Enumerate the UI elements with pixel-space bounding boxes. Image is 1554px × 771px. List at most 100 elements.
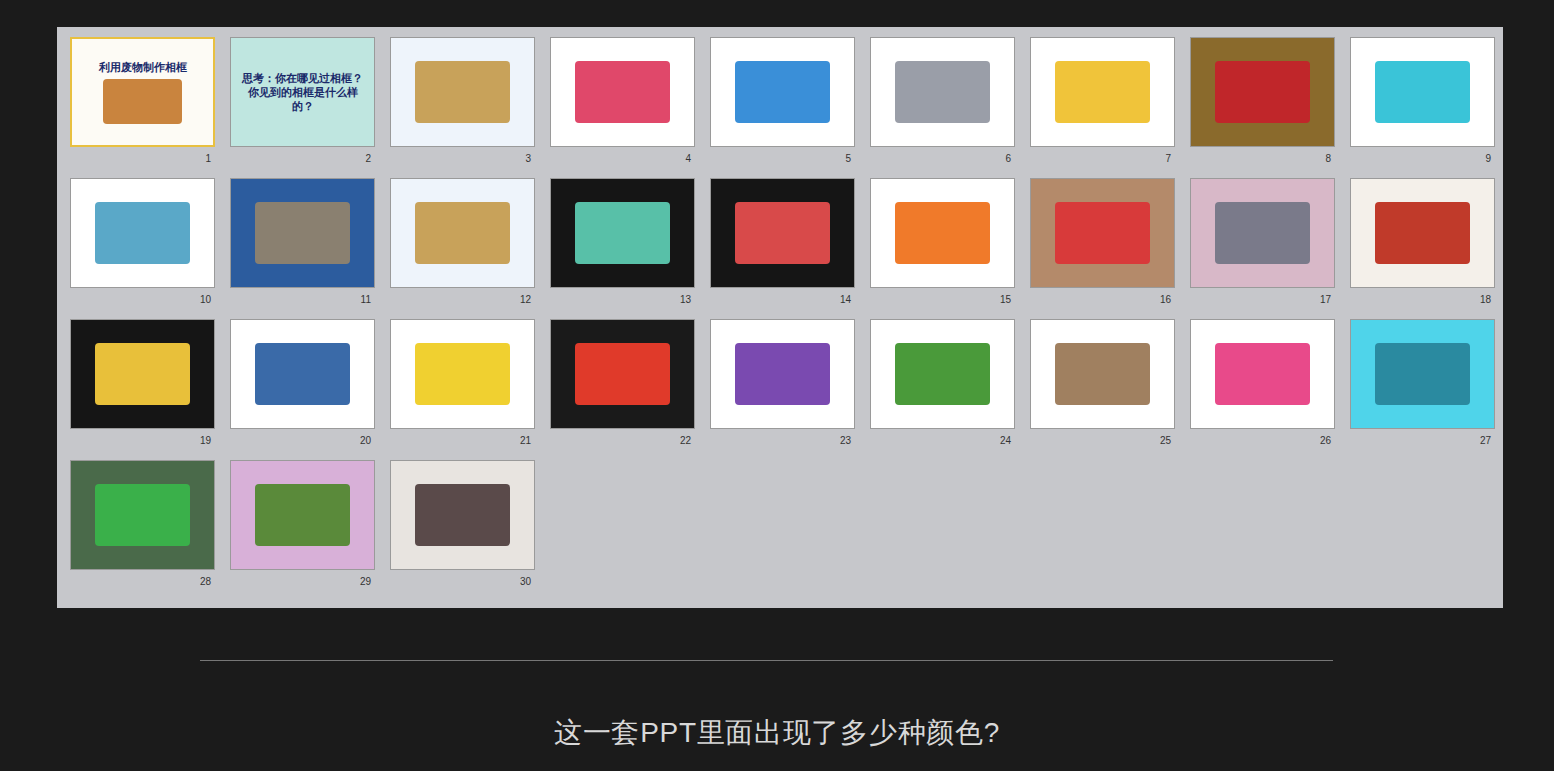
slide-thumbnail[interactable] bbox=[390, 37, 535, 147]
slide-thumbnail[interactable] bbox=[1030, 178, 1175, 288]
slide-thumbnail-cell[interactable]: 18 bbox=[1350, 178, 1495, 319]
slide-picture bbox=[95, 202, 190, 264]
slide-number: 2 bbox=[230, 147, 375, 178]
slide-number: 23 bbox=[710, 429, 855, 460]
slide-thumbnail-cell[interactable]: 20 bbox=[230, 319, 375, 460]
slide-picture bbox=[415, 484, 510, 546]
slide-thumbnail-cell[interactable]: 利用废物制作相框 1 bbox=[70, 37, 215, 178]
slide-thumbnail-cell[interactable]: 27 bbox=[1350, 319, 1495, 460]
slide-number: 22 bbox=[550, 429, 695, 460]
slide-number: 18 bbox=[1350, 288, 1495, 319]
slide-thumbnail[interactable] bbox=[70, 460, 215, 570]
slide-thumbnail[interactable] bbox=[1350, 37, 1495, 147]
slide-number: 6 bbox=[870, 147, 1015, 178]
slide-thumbnail[interactable] bbox=[710, 319, 855, 429]
slide-number: 25 bbox=[1030, 429, 1175, 460]
slide-thumbnail-cell[interactable]: 4 bbox=[550, 37, 695, 178]
screen: 利用废物制作相框1思考：你在哪见过相框？你见到的相框是什么样的？23456789… bbox=[0, 0, 1554, 771]
slide-number: 21 bbox=[390, 429, 535, 460]
slide-thumbnail-cell[interactable]: 14 bbox=[710, 178, 855, 319]
slide-thumbnail-cell[interactable]: 26 bbox=[1190, 319, 1335, 460]
slide-thumbnail-cell[interactable]: 21 bbox=[390, 319, 535, 460]
slide-number: 13 bbox=[550, 288, 695, 319]
slide-picture bbox=[1215, 343, 1310, 405]
slide-thumbnail-cell[interactable]: 11 bbox=[230, 178, 375, 319]
slide-picture bbox=[415, 202, 510, 264]
slide-picture bbox=[255, 484, 350, 546]
slide-thumbnail-cell[interactable]: 6 bbox=[870, 37, 1015, 178]
slide-number: 8 bbox=[1190, 147, 1335, 178]
slide-title: 思考：你在哪见过相框？你见到的相框是什么样的？ bbox=[235, 71, 370, 114]
slide-thumbnail[interactable] bbox=[710, 178, 855, 288]
slide-number: 11 bbox=[230, 288, 375, 319]
slide-picture bbox=[575, 61, 670, 123]
slide-thumbnail[interactable] bbox=[550, 319, 695, 429]
caption: 这一套PPT里面出现了多少种颜色? bbox=[0, 713, 1554, 753]
slide-thumbnail-cell[interactable]: 7 bbox=[1030, 37, 1175, 178]
slide-thumbnail-cell[interactable]: 28 bbox=[70, 460, 215, 601]
slide-picture bbox=[1375, 61, 1470, 123]
slide-thumbnail[interactable] bbox=[1190, 178, 1335, 288]
slide-thumbnail[interactable] bbox=[230, 178, 375, 288]
slide-thumbnail[interactable] bbox=[390, 460, 535, 570]
slide-thumbnail[interactable] bbox=[390, 319, 535, 429]
slide-thumbnail-cell[interactable]: 15 bbox=[870, 178, 1015, 319]
slide-picture bbox=[895, 202, 990, 264]
slide-thumbnail-cell[interactable]: 19 bbox=[70, 319, 215, 460]
slide-thumbnail-cell[interactable]: 23 bbox=[710, 319, 855, 460]
slide-picture bbox=[415, 343, 510, 405]
slide-thumbnail[interactable] bbox=[1030, 37, 1175, 147]
slide-thumbnail-cell[interactable]: 12 bbox=[390, 178, 535, 319]
slide-thumbnail[interactable] bbox=[230, 460, 375, 570]
slide-thumbnail[interactable] bbox=[1350, 178, 1495, 288]
slide-thumbnail[interactable] bbox=[1190, 319, 1335, 429]
slide-title: 利用废物制作相框 bbox=[95, 60, 191, 74]
slide-thumbnail[interactable] bbox=[870, 178, 1015, 288]
slide-thumbnail[interactable] bbox=[870, 319, 1015, 429]
slide-thumbnail[interactable] bbox=[390, 178, 535, 288]
slide-picture bbox=[255, 202, 350, 264]
slide-thumbnail[interactable] bbox=[230, 319, 375, 429]
slide-number: 15 bbox=[870, 288, 1015, 319]
slide-number: 3 bbox=[390, 147, 535, 178]
slide-thumbnail-cell[interactable]: 8 bbox=[1190, 37, 1335, 178]
slide-number: 17 bbox=[1190, 288, 1335, 319]
slide-picture bbox=[895, 61, 990, 123]
slide-thumbnail[interactable] bbox=[1030, 319, 1175, 429]
slide-thumbnail-cell[interactable]: 5 bbox=[710, 37, 855, 178]
slide-thumbnail-cell[interactable]: 3 bbox=[390, 37, 535, 178]
slide-thumbnail-cell[interactable]: 22 bbox=[550, 319, 695, 460]
slide-thumbnail-cell[interactable]: 17 bbox=[1190, 178, 1335, 319]
slide-number: 12 bbox=[390, 288, 535, 319]
slide-thumbnail-cell[interactable]: 9 bbox=[1350, 37, 1495, 178]
slide-picture bbox=[895, 343, 990, 405]
slide-thumbnail-cell[interactable]: 24 bbox=[870, 319, 1015, 460]
slide-thumbnail-cell[interactable]: 25 bbox=[1030, 319, 1175, 460]
slide-thumbnail[interactable]: 利用废物制作相框 bbox=[70, 37, 215, 147]
slide-thumbnail-cell[interactable]: 13 bbox=[550, 178, 695, 319]
slide-thumbnail-cell[interactable]: 30 bbox=[390, 460, 535, 601]
slide-number: 14 bbox=[710, 288, 855, 319]
slide-thumbnail-cell[interactable]: 10 bbox=[70, 178, 215, 319]
divider-line bbox=[200, 660, 1333, 661]
slide-thumbnail[interactable] bbox=[70, 319, 215, 429]
slide-thumbnail-cell[interactable]: 16 bbox=[1030, 178, 1175, 319]
slide-thumbnail[interactable] bbox=[550, 178, 695, 288]
slide-number: 1 bbox=[70, 147, 215, 178]
slide-number: 24 bbox=[870, 429, 1015, 460]
slide-picture bbox=[1215, 202, 1310, 264]
slide-picture bbox=[735, 202, 830, 264]
slide-thumbnail[interactable]: 思考：你在哪见过相框？你见到的相框是什么样的？ bbox=[230, 37, 375, 147]
slide-thumbnail-cell[interactable]: 29 bbox=[230, 460, 375, 601]
slide-thumbnail[interactable] bbox=[710, 37, 855, 147]
slide-thumbnail-cell[interactable]: 思考：你在哪见过相框？你见到的相框是什么样的？ 2 bbox=[230, 37, 375, 178]
slide-thumbnail[interactable] bbox=[870, 37, 1015, 147]
slide-number: 4 bbox=[550, 147, 695, 178]
slide-thumbnail[interactable] bbox=[1350, 319, 1495, 429]
slide-picture bbox=[1055, 61, 1150, 123]
slide-picture bbox=[415, 61, 510, 123]
slide-picture bbox=[255, 343, 350, 405]
slide-thumbnail[interactable] bbox=[1190, 37, 1335, 147]
slide-thumbnail[interactable] bbox=[70, 178, 215, 288]
slide-thumbnail[interactable] bbox=[550, 37, 695, 147]
